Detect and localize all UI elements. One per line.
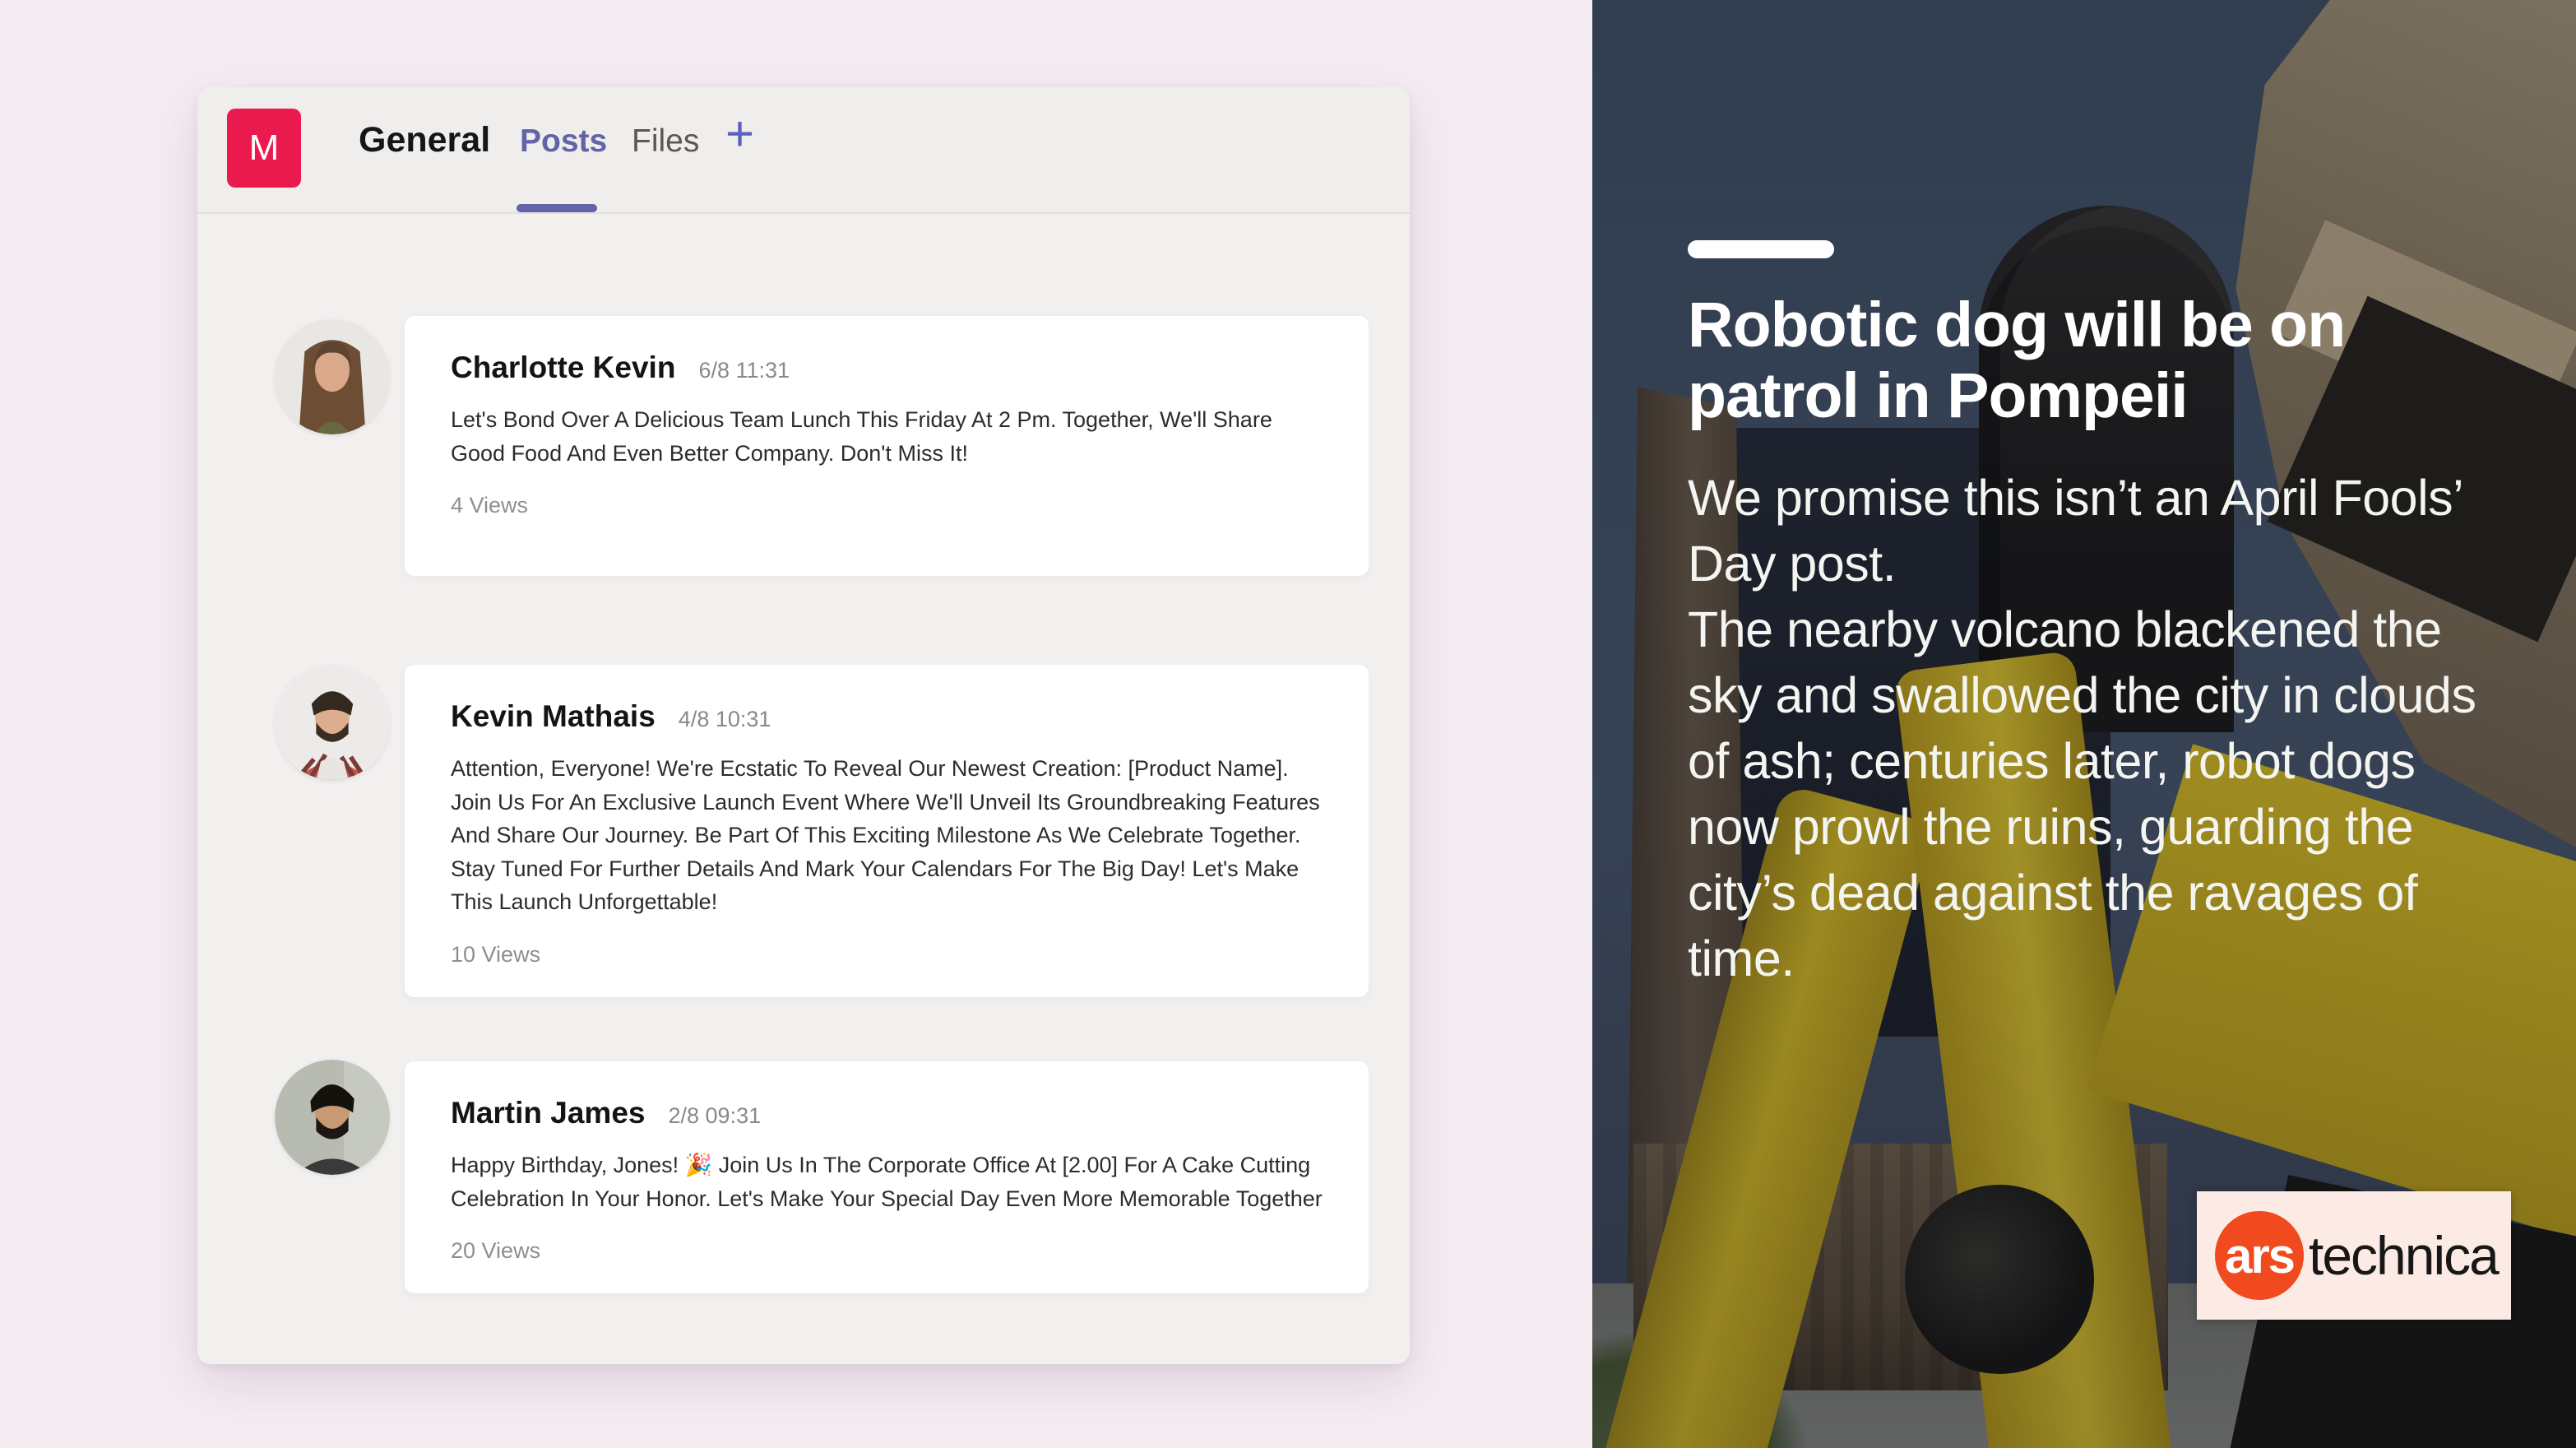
deck-line-1: We promise this isn’t an April Fools’ Da… [1688,466,2510,597]
ars-logo-wordmark: technica [2309,1224,2498,1287]
avatar-kevin-mathais[interactable] [275,665,390,780]
post-view-count: 10 Views [451,942,1323,968]
ars-technica-logo: ars technica [2197,1191,2511,1320]
ars-logo-circle: ars [2215,1211,2304,1300]
post-view-count: 4 Views [451,493,1323,518]
tab-posts[interactable]: Posts [520,123,607,160]
post-view-count: 20 Views [451,1238,1323,1264]
article-deck: We promise this isn’t an April Fools’ Da… [1688,466,2527,991]
post-timestamp: 6/8 11:31 [698,358,790,383]
deck-line-2: The nearby volcano blackened the sky and… [1688,597,2510,991]
article-headline: Robotic dog will be on patrol in Pompeii [1688,290,2527,431]
team-avatar[interactable]: M [227,109,301,188]
post-message: Happy Birthday, Jones! 🎉 Join Us In The … [451,1149,1323,1215]
news-article-panel: Robotic dog will be on patrol in Pompeii… [1592,0,2576,1448]
headline-kicker-bar [1688,240,1834,258]
post-charlotte-kevin[interactable]: Charlotte Kevin 6/8 11:31 Let's Bond Ove… [405,316,1369,576]
avatar-martin-james-image [275,1060,390,1175]
post-message: Let's Bond Over A Delicious Team Lunch T… [451,403,1323,470]
post-author: Charlotte Kevin [451,350,675,385]
tab-files[interactable]: Files [632,123,699,160]
channel-header: M General Posts Files + [197,87,1410,214]
active-tab-indicator [517,204,597,212]
avatar-martin-james[interactable] [275,1060,390,1175]
add-tab-button[interactable]: + [725,105,754,162]
channel-title: General [359,120,490,160]
avatar-kevin-mathais-image [275,665,390,780]
avatar-charlotte-kevin[interactable] [275,319,390,434]
avatar-charlotte-kevin-image [275,319,390,434]
post-kevin-mathais[interactable]: Kevin Mathais 4/8 10:31 Attention, Every… [405,665,1369,997]
post-message: Attention, Everyone! We're Ecstatic To R… [451,752,1323,919]
screen: M General Posts Files + Charlott [0,0,2576,1448]
post-author: Kevin Mathais [451,699,656,734]
post-timestamp: 4/8 10:31 [679,707,771,732]
post-martin-james[interactable]: Martin James 2/8 09:31 Happy Birthday, J… [405,1061,1369,1293]
post-timestamp: 2/8 09:31 [669,1103,762,1129]
teams-channel-window: M General Posts Files + Charlott [197,87,1410,1364]
post-author: Martin James [451,1096,646,1130]
